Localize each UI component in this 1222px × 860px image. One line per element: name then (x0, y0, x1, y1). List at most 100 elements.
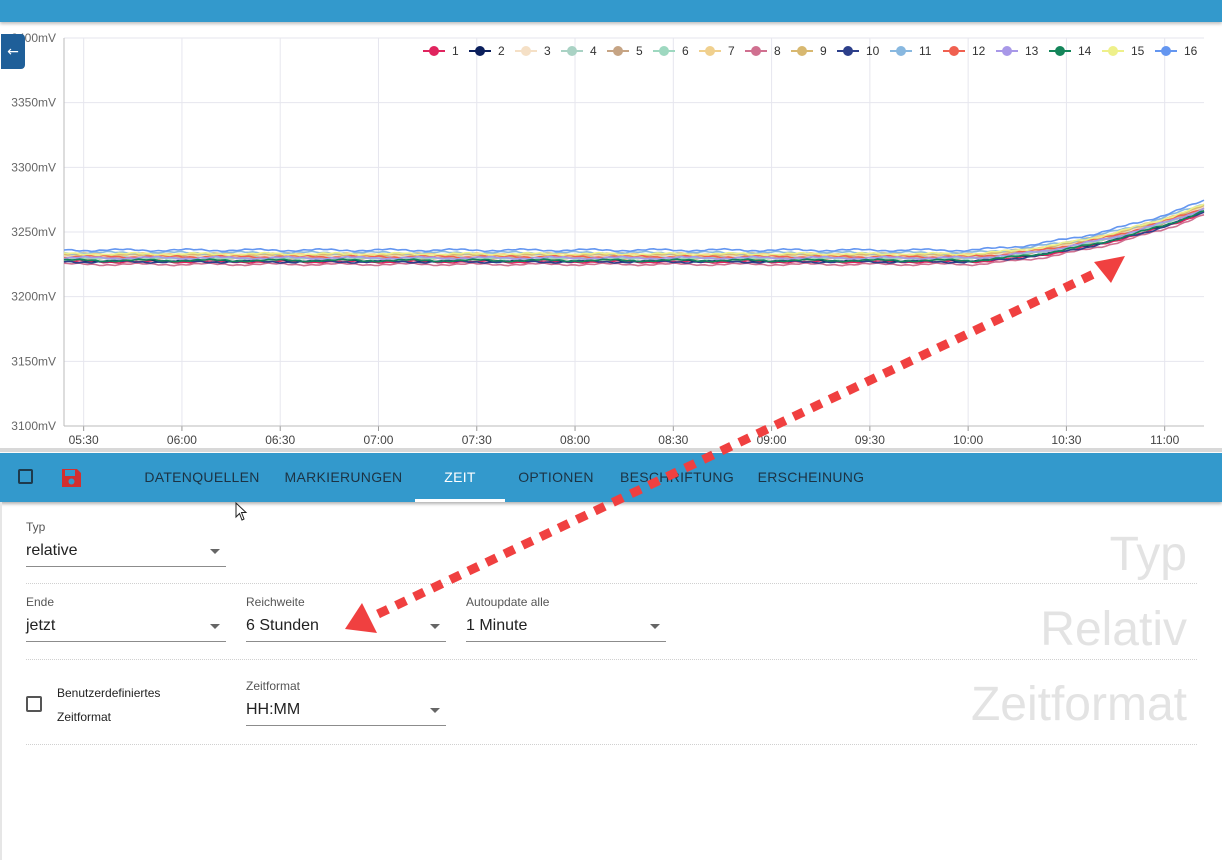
section-header-relativ: Relativ (1040, 603, 1187, 656)
legend-label-16: 16 (1184, 44, 1198, 58)
tab-erscheinung[interactable]: ERSCHEINUNG (752, 453, 870, 502)
zeitformat-dropdown[interactable]: HH:MM (246, 699, 446, 726)
legend-label-14: 14 (1078, 44, 1092, 58)
section-header-zeitformat: Zeitformat (970, 678, 1187, 731)
legend-label-4: 4 (590, 44, 597, 58)
ende-select[interactable]: Ende jetzt (26, 595, 226, 642)
mouse-cursor-icon (235, 502, 248, 521)
x-tick-label: 09:00 (757, 433, 787, 447)
legend-marker-14 (1055, 46, 1065, 56)
legend-label-9: 9 (820, 44, 827, 58)
row-divider (26, 659, 1197, 660)
legend-marker-15 (1108, 46, 1118, 56)
save-icon[interactable] (60, 468, 82, 488)
legend-marker-9 (797, 46, 807, 56)
x-tick-label: 10:30 (1051, 433, 1081, 447)
autoupdate-dropdown[interactable]: 1 Minute (466, 615, 666, 642)
x-tick-label: 08:30 (658, 433, 688, 447)
legend-label-8: 8 (774, 44, 781, 58)
x-tick-label: 05:30 (69, 433, 99, 447)
reichweite-value: 6 Stunden (246, 617, 319, 634)
x-tick-label: 08:00 (560, 433, 590, 447)
legend-marker-2 (475, 46, 485, 56)
custom-format-checkbox[interactable] (26, 696, 42, 712)
legend-marker-13 (1002, 46, 1012, 56)
x-tick-label: 11:00 (1150, 433, 1179, 447)
typ-label: Typ (26, 520, 46, 534)
top-app-bar (0, 0, 1222, 22)
row-divider (26, 744, 1197, 745)
y-tick-label: 3300mV (11, 160, 56, 174)
legend-marker-7 (705, 46, 715, 56)
legend-label-10: 10 (866, 44, 880, 58)
legend-label-13: 13 (1025, 44, 1039, 58)
panel-resize-divider[interactable] (0, 448, 1222, 452)
legend-label-3: 3 (544, 44, 551, 58)
tab-markierungen[interactable]: MARKIERUNGEN (280, 453, 407, 502)
typ-select[interactable]: Typ relative (26, 520, 226, 567)
panel-left-border (0, 502, 2, 860)
tab-zeit[interactable]: ZEIT (415, 453, 505, 502)
ende-dropdown[interactable]: jetzt (26, 615, 226, 642)
legend-label-2: 2 (498, 44, 505, 58)
legend-marker-5 (613, 46, 623, 56)
typ-dropdown[interactable]: relative (26, 540, 226, 567)
dropdown-arrow-icon (210, 549, 220, 554)
x-tick-label: 07:00 (363, 433, 393, 447)
dropdown-arrow-icon (210, 624, 220, 629)
legend-marker-3 (521, 46, 531, 56)
voltage-line-chart: 3400mV3350mV3300mV3250mV3200mV3150mV3100… (11, 31, 1205, 447)
x-tick-label: 09:30 (855, 433, 885, 447)
reichweite-dropdown[interactable]: 6 Stunden (246, 615, 446, 642)
y-tick-label: 3200mV (11, 290, 56, 304)
section-header-typ: Typ (1109, 528, 1187, 581)
legend-marker-11 (896, 46, 906, 56)
back-arrow-icon[interactable]: ← (1, 34, 25, 69)
legend-marker-6 (659, 46, 669, 56)
legend-label-11: 11 (919, 44, 932, 58)
zeitformat-select[interactable]: Zeitformat HH:MM (246, 679, 446, 726)
legend-label-15: 15 (1131, 44, 1145, 58)
legend-marker-8 (751, 46, 761, 56)
tab-beschriftung[interactable]: BESCHRIFTUNG (618, 453, 736, 502)
x-tick-label: 06:00 (167, 433, 197, 447)
dropdown-arrow-icon (430, 708, 440, 713)
legend-marker-16 (1161, 46, 1171, 56)
zeitformat-value: HH:MM (246, 701, 301, 718)
legend-label-1: 1 (452, 44, 459, 58)
legend-label-12: 12 (972, 44, 986, 58)
legend-marker-12 (949, 46, 959, 56)
legend-label-7: 7 (728, 44, 735, 58)
legend-marker-4 (567, 46, 577, 56)
custom-format-label-line2: Zeitformat (57, 710, 112, 724)
autoupdate-label: Autoupdate alle (466, 595, 550, 609)
autoupdate-select[interactable]: Autoupdate alle 1 Minute (466, 595, 666, 642)
ende-value: jetzt (26, 617, 56, 634)
tab-datenquellen[interactable]: DATENQUELLEN (140, 453, 264, 502)
dropdown-arrow-icon (650, 624, 660, 629)
editor-toolbar: DATENQUELLEN MARKIERUNGEN ZEIT OPTIONEN … (0, 453, 1222, 502)
legend-marker-1 (429, 46, 439, 56)
y-tick-label: 3150mV (11, 354, 56, 368)
custom-format-label-line1: Benutzerdefiniertes (57, 686, 161, 700)
active-tab-indicator (415, 499, 505, 502)
y-tick-label: 3250mV (11, 225, 56, 239)
legend-marker-10 (843, 46, 853, 56)
select-checkbox[interactable] (18, 469, 33, 484)
x-tick-label: 06:30 (265, 433, 295, 447)
typ-value: relative (26, 542, 78, 559)
legend-label-6: 6 (682, 44, 689, 58)
dropdown-arrow-icon (430, 624, 440, 629)
legend-label-5: 5 (636, 44, 643, 58)
x-tick-label: 10:00 (953, 433, 983, 447)
reichweite-select[interactable]: Reichweite 6 Stunden (246, 595, 446, 642)
y-tick-label: 3100mV (11, 419, 56, 433)
row-divider (26, 583, 1197, 584)
autoupdate-value: 1 Minute (466, 617, 528, 634)
x-tick-label: 07:30 (462, 433, 492, 447)
reichweite-label: Reichweite (246, 595, 305, 609)
y-tick-label: 3350mV (11, 96, 56, 110)
zeitformat-label: Zeitformat (246, 679, 301, 693)
tab-optionen[interactable]: OPTIONEN (510, 453, 602, 502)
ende-label: Ende (26, 595, 55, 609)
